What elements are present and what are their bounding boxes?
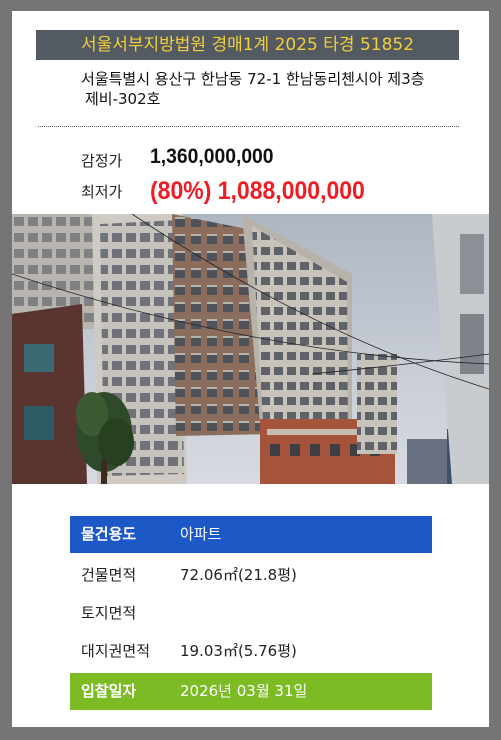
listing-card: 서울서부지방법원 경매1계 2025 타경 51852 서울특별시 용산구 한남…: [12, 11, 489, 727]
minimum-value: (80%) 1,088,000,000: [150, 177, 365, 205]
land-right-area-value: 19.03㎡(5.76평): [180, 642, 297, 660]
court-case-header: 서울서부지방법원 경매1계 2025 타경 51852: [36, 30, 459, 60]
dotted-divider: [38, 126, 459, 127]
usage-label: 물건용도: [81, 525, 137, 543]
usage-value: 아파트: [180, 525, 222, 543]
bid-date-label: 입찰일자: [81, 682, 137, 700]
land-right-area-label: 대지권면적: [81, 642, 151, 660]
address-line-2: 제비-302호: [85, 90, 161, 108]
bid-date-value: 2026년 03월 31일: [180, 682, 308, 700]
building-area-value: 72.06㎡(21.8평): [180, 566, 297, 584]
property-address: 서울특별시 용산구 한남동 72-1 한남동리첸시아 제3층 제비-302호: [81, 69, 481, 109]
appraisal-label: 감정가: [81, 152, 123, 170]
property-details-table: 물건용도 아파트 건물면적 72.06㎡(21.8평) 토지면적 대지권면적 1…: [70, 516, 432, 710]
building-area-row: 건물면적 72.06㎡(21.8평): [70, 559, 432, 591]
appraisal-value: 1,360,000,000: [150, 145, 274, 168]
bid-date-row: 입찰일자 2026년 03월 31일: [70, 673, 432, 710]
land-right-area-row: 대지권면적 19.03㎡(5.76평): [70, 635, 432, 667]
usage-row: 물건용도 아파트: [70, 516, 432, 553]
land-area-row: 토지면적: [70, 597, 432, 629]
building-area-label: 건물면적: [81, 566, 137, 584]
minimum-label: 최저가: [81, 183, 123, 201]
address-line-1: 서울특별시 용산구 한남동 72-1 한남동리첸시아 제3층: [81, 70, 425, 88]
property-photo: [12, 214, 489, 484]
land-area-label: 토지면적: [81, 604, 137, 622]
